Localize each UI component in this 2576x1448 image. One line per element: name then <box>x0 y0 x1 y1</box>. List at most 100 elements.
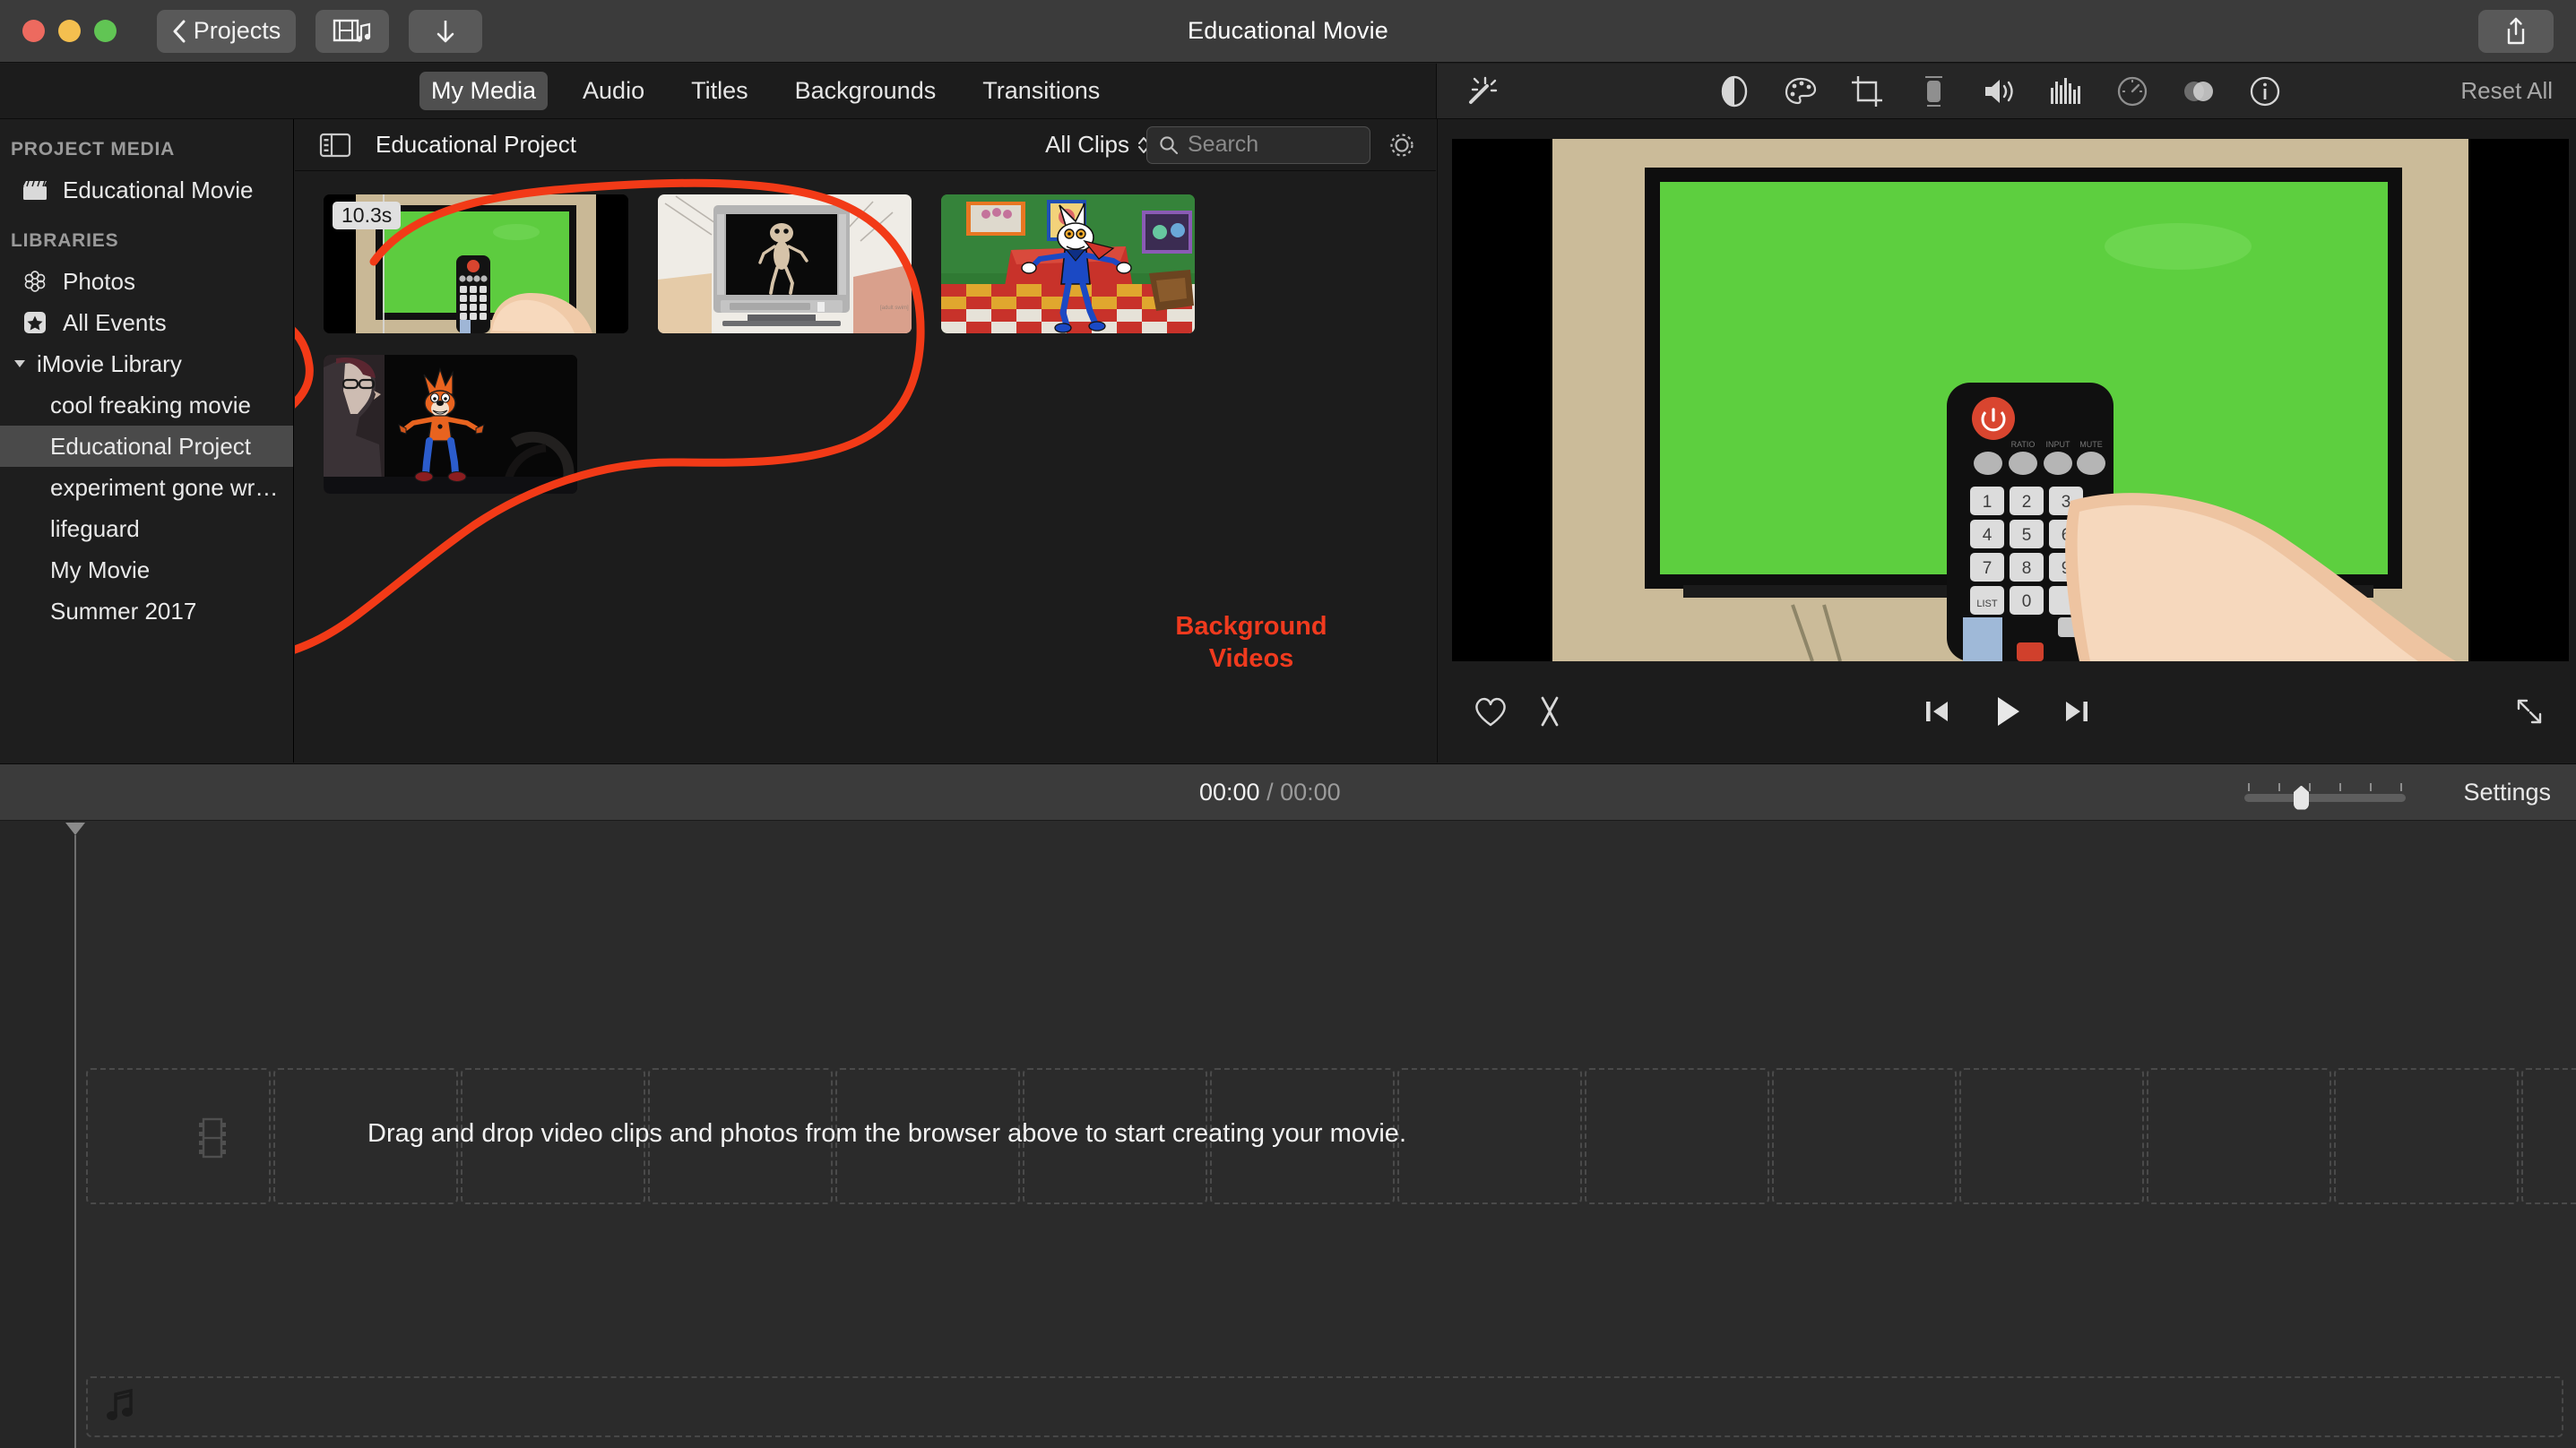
clip-thumbnail-alien-tv[interactable]: [adult swim] <box>658 194 912 333</box>
search-input[interactable]: Search <box>1146 125 1370 164</box>
browser-project-name: Educational Project <box>376 131 577 158</box>
svg-text:[adult swim]: [adult swim] <box>880 306 909 311</box>
svg-text:RATIO: RATIO <box>2011 440 2036 449</box>
sidebar-item-educational-movie[interactable]: Educational Movie <box>0 169 293 211</box>
speed-button[interactable] <box>2113 72 2152 111</box>
share-button[interactable] <box>2478 10 2554 53</box>
timeline-empty-slot[interactable] <box>1959 1068 2144 1204</box>
timeline-empty-slot[interactable] <box>1397 1068 1582 1204</box>
clip-thumbnail-cartoon-room[interactable] <box>941 194 1195 333</box>
sidebar-item-label: experiment gone wr… <box>50 473 279 501</box>
sidebar-item-imovie-library[interactable]: iMovie Library <box>0 343 293 384</box>
clip-thumbnail-crash-bandicoot-car[interactable] <box>324 355 577 494</box>
timeline-audio-track[interactable] <box>86 1376 2563 1437</box>
media-browser: Educational Project All Clips Search 10.… <box>295 119 1436 763</box>
timeline-placeholder-text: Drag and drop video clips and photos fro… <box>367 1119 1406 1148</box>
skip-to-end-icon <box>2066 701 2088 721</box>
filmstrip-music-icon <box>333 19 371 42</box>
fullscreen-button[interactable] <box>2513 695 2546 732</box>
timeline: Drag and drop video clips and photos fro… <box>0 821 2576 1448</box>
sidebar-item-lifeguard[interactable]: lifeguard <box>0 508 293 549</box>
zoom-slider-track[interactable] <box>2244 785 2406 810</box>
color-balance-button[interactable] <box>1715 72 1754 111</box>
sidebar-item-label: iMovie Library <box>37 349 182 377</box>
viewer-adjust-toolbar: Reset All <box>1436 64 2576 119</box>
zoom-button[interactable] <box>94 20 117 42</box>
clip-filter-button[interactable] <box>2179 72 2218 111</box>
sidebar-item-label: lifeguard <box>50 514 140 542</box>
clip-duration-badge: 10.3s <box>333 202 402 229</box>
timeline-empty-slot[interactable] <box>86 1068 271 1204</box>
color-correction-icon <box>1785 77 1817 104</box>
tick <box>2309 782 2311 791</box>
clip-filter-label: All Clips <box>1045 131 1129 158</box>
clip-filter-icon <box>2184 81 2213 101</box>
clip-filter-dropdown[interactable]: All Clips <box>1045 131 1151 159</box>
timeline-playhead-handle[interactable] <box>65 823 85 835</box>
volume-button[interactable] <box>1980 72 2019 111</box>
time-separator: / <box>1266 778 1274 806</box>
equalizer-button[interactable] <box>2046 72 2086 111</box>
info-button[interactable] <box>2245 72 2285 111</box>
svg-text:2: 2 <box>2022 493 2032 512</box>
skip-to-end-button[interactable] <box>2061 695 2093 732</box>
disclosure-triangle-icon[interactable] <box>11 350 29 378</box>
magic-wand-button[interactable] <box>1455 73 1508 109</box>
skip-to-start-icon <box>1926 701 1948 721</box>
video-preview[interactable]: RATIOINPUTMUTE 123 456 789 LIST0 <box>1452 139 2569 661</box>
clip-row-2 <box>324 355 1436 494</box>
settings-button[interactable]: Settings <box>2463 779 2551 806</box>
timeline-empty-slot[interactable] <box>1585 1068 1769 1204</box>
color-correction-button[interactable] <box>1781 72 1820 111</box>
svg-text:0: 0 <box>2022 592 2032 611</box>
imovie-window: Projects Educational Movie My Media Audi… <box>0 0 2576 1448</box>
skip-to-start-button[interactable] <box>1921 695 1953 732</box>
minimize-button[interactable] <box>58 20 81 42</box>
tab-audio[interactable]: Audio <box>571 72 656 110</box>
annotation-label: Background Videos <box>1135 610 1368 676</box>
tab-transitions[interactable]: Transitions <box>971 72 1111 110</box>
tab-my-media[interactable]: My Media <box>419 72 549 110</box>
timeline-empty-slot[interactable] <box>1772 1068 1957 1204</box>
svg-text:LIST: LIST <box>1976 599 1998 609</box>
stabilization-icon <box>1925 75 1942 107</box>
share-icon <box>2507 17 2525 45</box>
clip-thumbnail-image: [adult swim] <box>658 194 912 333</box>
timeline-gutter <box>0 821 74 1448</box>
play-button[interactable] <box>1989 693 2025 735</box>
reset-all-button[interactable]: Reset All <box>2460 77 2553 105</box>
sidebar-item-photos[interactable]: Photos <box>0 261 293 302</box>
timeline-zoom-slider[interactable] <box>2244 782 2406 810</box>
sidebar-item-experiment-gone-wrong[interactable]: experiment gone wr… <box>0 467 293 508</box>
tab-titles[interactable]: Titles <box>679 72 760 110</box>
sidebar-item-label: Photos <box>63 267 135 295</box>
close-button[interactable] <box>22 20 45 42</box>
sidebar-item-cool-freaking-movie[interactable]: cool freaking movie <box>0 384 293 426</box>
fullscreen-arrows-icon <box>2517 699 2542 723</box>
gear-icon[interactable] <box>1384 127 1420 163</box>
clip-thumbnail-image <box>941 194 1195 333</box>
sidebar-item-my-movie[interactable]: My Movie <box>0 549 293 590</box>
clip-thumbnail-green-screen-tv[interactable]: 10.3s <box>324 194 628 333</box>
clip-thumbnail-image <box>324 355 577 494</box>
sidebar-toggle-icon[interactable] <box>315 129 356 161</box>
tab-backgrounds[interactable]: Backgrounds <box>783 72 948 110</box>
search-icon <box>1160 135 1179 154</box>
timeline-empty-slot[interactable] <box>2334 1068 2519 1204</box>
equalizer-icon <box>2051 77 2080 104</box>
sidebar-item-summer-2017[interactable]: Summer 2017 <box>0 590 293 632</box>
sidebar-item-educational-project[interactable]: Educational Project <box>0 426 293 467</box>
back-to-projects-button[interactable]: Projects <box>157 9 296 53</box>
timeline-playhead-line <box>74 835 76 1448</box>
crop-button[interactable] <box>1847 72 1887 111</box>
stabilization-button[interactable] <box>1914 72 1953 111</box>
media-browser-button[interactable] <box>316 9 389 53</box>
clip-grid: 10.3s [adult swim] Background Videos <box>295 171 1436 673</box>
sidebar-item-all-events[interactable]: All Events <box>0 302 293 343</box>
timeline-empty-slot[interactable] <box>2521 1068 2576 1204</box>
timeline-empty-slot[interactable] <box>2147 1068 2331 1204</box>
import-media-button[interactable] <box>409 9 482 53</box>
speed-icon <box>2117 76 2148 106</box>
back-button-label: Projects <box>193 17 281 44</box>
tick <box>2339 782 2341 791</box>
